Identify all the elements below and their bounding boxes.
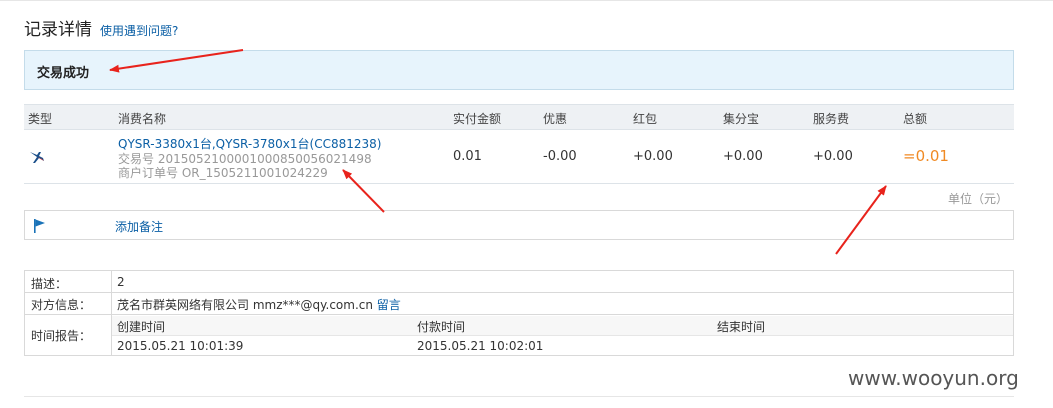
time-label: 时间报告： [31, 329, 92, 343]
watermark: www.wooyun.org [848, 366, 1019, 390]
help-link[interactable]: 使用遇到问题? [100, 22, 178, 39]
info-divider [25, 292, 1013, 293]
column-header-name: 消费名称 [118, 112, 167, 126]
column-header-total: 总额 [903, 112, 928, 126]
status-banner: 交易成功 [24, 50, 1014, 90]
created-time-header: 创建时间 [117, 320, 166, 334]
end-time-header: 结束时间 [717, 320, 766, 334]
service-fee-amount: +0.00 [813, 149, 853, 164]
red-packet-amount: +0.00 [633, 149, 673, 164]
time-header-background [112, 316, 1013, 335]
desc-value: 2 [117, 275, 125, 289]
info-divider [112, 335, 1013, 336]
jifenbao-amount: +0.00 [723, 149, 763, 164]
total-amount: =0.01 [903, 147, 949, 165]
paid-amount: 0.01 [453, 149, 482, 164]
leave-message-link[interactable]: 留言 [377, 298, 401, 312]
info-divider [111, 271, 112, 355]
bird-icon [28, 148, 46, 166]
info-table: 描述： 2 对方信息： 茂名市群英网络有限公司 mmz***@qy.com.cn… [24, 270, 1014, 356]
paid-time-value: 2015.05.21 10:02:01 [417, 339, 544, 353]
column-header-type: 类型 [28, 112, 53, 126]
order-number: 商户订单号 OR_1505211001024229 [118, 166, 328, 180]
note-row: 添加备注 [24, 210, 1014, 240]
party-label: 对方信息： [31, 298, 92, 312]
column-header-discount: 优惠 [543, 112, 568, 126]
top-border [0, 0, 1053, 1]
column-header-jifenbao: 集分宝 [723, 112, 760, 126]
bottom-divider [24, 396, 1014, 397]
column-header-service-fee: 服务费 [813, 112, 850, 126]
table-row: QYSR-3380x1台,QYSR-3780x1台(CC881238) 交易号 … [24, 130, 1014, 184]
discount-amount: -0.00 [543, 149, 577, 164]
desc-label: 描述： [31, 277, 68, 291]
party-name: 茂名市群英网络有限公司 mmz***@qy.com.cn [117, 298, 373, 312]
table-header: 类型 消费名称 实付金额 优惠 红包 集分宝 服务费 总额 [24, 104, 1014, 130]
flag-icon [33, 218, 47, 234]
paid-time-header: 付款时间 [417, 320, 466, 334]
status-text: 交易成功 [37, 66, 90, 81]
info-divider [25, 314, 1013, 315]
created-time-value: 2015.05.21 10:01:39 [117, 339, 244, 353]
page-title: 记录详情 [24, 20, 92, 40]
header: 记录详情 使用遇到问题? [24, 15, 178, 40]
add-note-link[interactable]: 添加备注 [115, 218, 163, 235]
column-header-paid: 实付金额 [453, 112, 502, 126]
party-info: 茂名市群英网络有限公司 mmz***@qy.com.cn 留言 [117, 296, 401, 313]
column-header-red-packet: 红包 [633, 112, 658, 126]
unit-label: 单位（元） [948, 192, 1009, 206]
